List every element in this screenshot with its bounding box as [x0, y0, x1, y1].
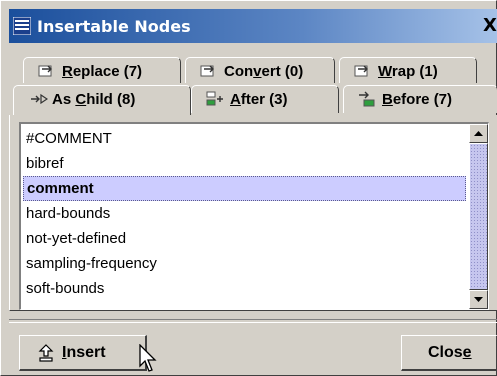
- before-icon: [359, 91, 375, 107]
- tab-after[interactable]: After (3): [191, 85, 339, 113]
- tab-label: Before (7): [382, 91, 453, 108]
- window-title: Insertable Nodes: [37, 17, 191, 36]
- app-list-icon: [13, 17, 31, 35]
- insert-icon: [38, 344, 54, 362]
- tab-label: Wrap (1): [378, 63, 438, 80]
- close-button[interactable]: Close: [401, 335, 497, 371]
- tab-label: As Child (8): [52, 91, 136, 108]
- close-icon[interactable]: X: [479, 15, 497, 37]
- tab-as-child[interactable]: As Child (8): [13, 85, 191, 115]
- insert-label: Insert: [62, 344, 106, 361]
- node-arrow-icon: [200, 65, 214, 77]
- separator: [9, 319, 497, 323]
- list-item[interactable]: hard-bounds: [23, 201, 466, 226]
- list-item[interactable]: soft-bounds: [23, 276, 466, 301]
- insertable-nodes-dialog: Insertable Nodes X Replace (7) Convert (…: [0, 0, 497, 376]
- tab-convert[interactable]: Convert (0): [185, 57, 335, 83]
- list-item[interactable]: #COMMENT: [23, 126, 466, 151]
- tab-before[interactable]: Before (7): [343, 85, 497, 113]
- arrow-down-icon: [474, 297, 483, 302]
- tab-label: Replace (7): [62, 63, 143, 80]
- node-list[interactable]: #COMMENT bibref comment hard-bounds not-…: [19, 122, 489, 310]
- list-item-selected[interactable]: comment: [23, 176, 466, 201]
- vertical-scrollbar[interactable]: [469, 124, 488, 309]
- list-item[interactable]: bibref: [23, 151, 466, 176]
- scroll-up-button[interactable]: [469, 124, 488, 143]
- list-item[interactable]: not-yet-defined: [23, 226, 466, 251]
- child-arrow-icon: [31, 93, 48, 105]
- list-item[interactable]: sampling-frequency: [23, 251, 466, 276]
- mouse-pointer-icon: [139, 344, 157, 372]
- node-arrow-icon: [354, 65, 368, 77]
- tab-label: Convert (0): [224, 63, 304, 80]
- scroll-thumb[interactable]: [469, 143, 488, 290]
- node-arrow-icon: [38, 65, 52, 77]
- scroll-down-button[interactable]: [469, 290, 488, 309]
- arrow-up-icon: [474, 131, 483, 136]
- tab-replace[interactable]: Replace (7): [23, 57, 181, 83]
- tab-wrap[interactable]: Wrap (1): [339, 57, 477, 83]
- close-label: Close: [428, 344, 472, 361]
- tab-label: After (3): [230, 91, 288, 108]
- insert-button[interactable]: Insert: [19, 335, 147, 371]
- title-bar[interactable]: Insertable Nodes X: [9, 9, 497, 43]
- after-icon: [206, 91, 223, 106]
